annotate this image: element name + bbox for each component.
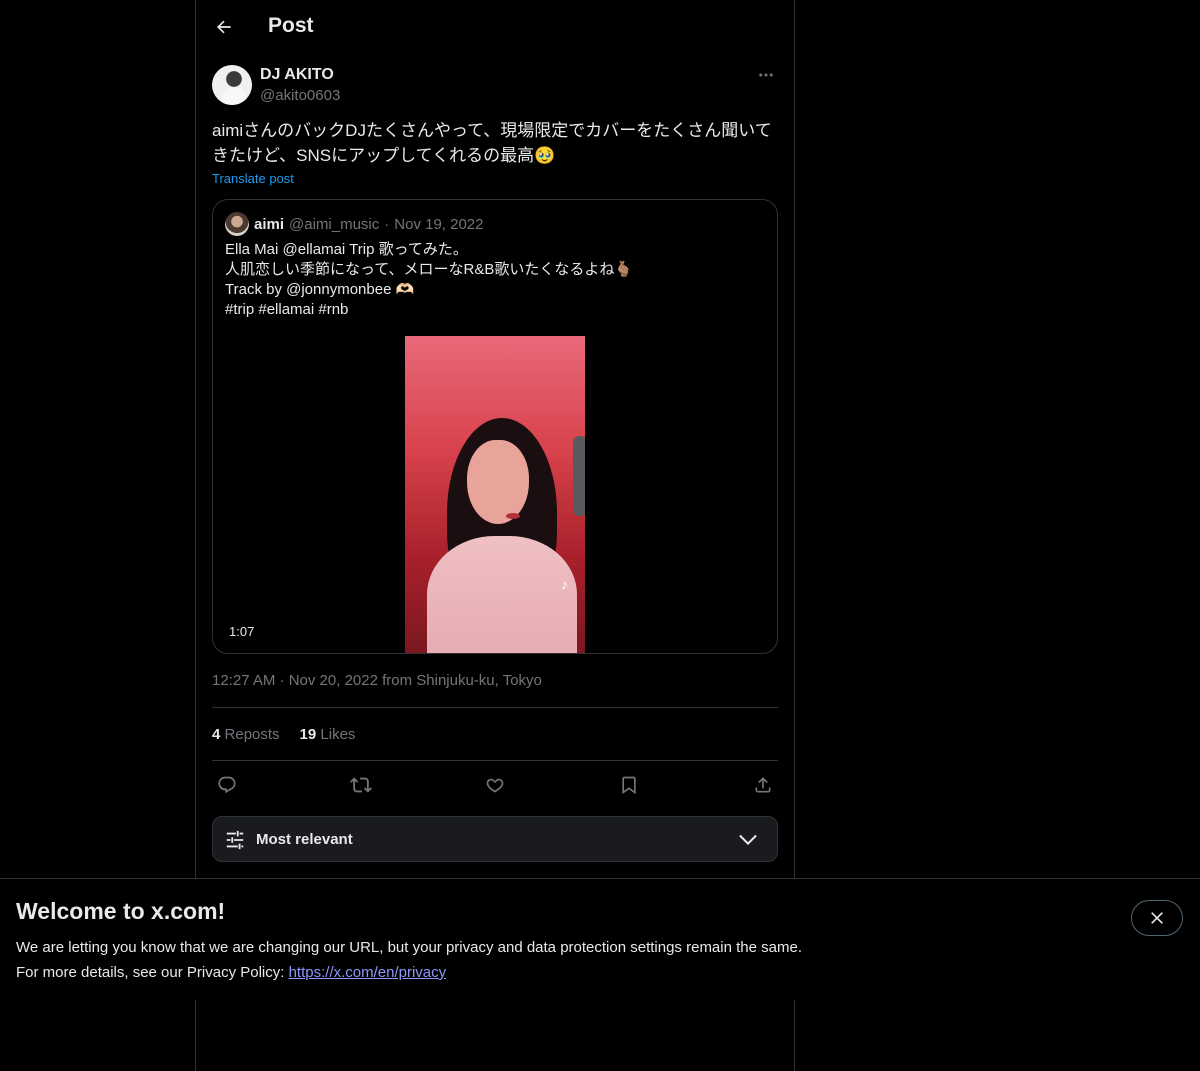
chevron-down-icon <box>739 834 757 846</box>
heart-icon <box>486 778 504 793</box>
reply-icon <box>218 776 236 794</box>
separator-dot: · <box>384 215 390 233</box>
close-banner-button[interactable] <box>1131 900 1183 936</box>
sort-label: Most relevant <box>256 831 353 848</box>
banner-line: For more details, see our Privacy Policy… <box>16 960 802 985</box>
quoted-post-date: Nov 19, 2022 <box>394 215 484 233</box>
banner-line-prefix: For more details, see our Privacy Policy… <box>16 964 289 981</box>
repost-button[interactable] <box>346 770 376 800</box>
video-player[interactable]: ♪ <box>405 336 585 653</box>
more-horizontal-icon <box>759 73 773 77</box>
video-subject-face <box>467 440 529 524</box>
banner-line: We are letting you know that we are chan… <box>16 939 802 956</box>
back-button[interactable] <box>206 9 242 45</box>
author-name[interactable]: DJ AKITO <box>260 66 334 84</box>
post-timestamp[interactable]: 12:27 AM · Nov 20, 2022 from Shinjuku-ku… <box>212 672 542 689</box>
share-icon <box>755 777 771 793</box>
likes-label: Likes <box>320 726 356 743</box>
welcome-banner: Welcome to x.com! We are letting you kno… <box>0 878 1200 1000</box>
share-button[interactable] <box>748 770 778 800</box>
quoted-author-handle: @aimi_music <box>289 215 380 233</box>
post-stats: 4 Reposts 19 Likes <box>212 726 355 743</box>
reply-button[interactable] <box>212 770 242 800</box>
like-button[interactable] <box>480 770 510 800</box>
bookmark-icon <box>622 776 636 795</box>
avatar[interactable] <box>212 65 252 105</box>
tiktok-logo-icon: ♪ <box>561 576 568 592</box>
post-actions <box>212 770 778 800</box>
reposts-label: Reposts <box>224 726 280 743</box>
video-duration: 1:07 <box>229 624 255 639</box>
divider <box>212 760 778 761</box>
reposts-stat[interactable]: 4 Reposts <box>212 726 280 743</box>
avatar <box>225 212 249 236</box>
reply-sort-dropdown[interactable]: Most relevant <box>212 816 778 862</box>
quoted-post-header: aimi @aimi_music · Nov 19, 2022 <box>225 212 484 236</box>
arrow-left-icon <box>216 20 231 34</box>
quoted-author-name: aimi <box>254 215 285 233</box>
translate-post-link[interactable]: Translate post <box>212 171 294 186</box>
microphone-shape <box>573 436 585 516</box>
video-subject-lips <box>506 513 520 519</box>
post-text: aimiさんのバックDJたくさんやって、現場限定でカバーをたくさん聞いてきたけど… <box>212 121 772 165</box>
bookmark-button[interactable] <box>614 770 644 800</box>
privacy-policy-link[interactable]: https://x.com/en/privacy <box>289 964 447 981</box>
banner-title: Welcome to x.com! <box>16 898 226 924</box>
author-handle[interactable]: @akito0603 <box>260 87 340 104</box>
repost-icon <box>350 777 372 793</box>
post-author: DJ AKITO @akito0603 <box>212 65 778 107</box>
sliders-icon <box>226 830 244 850</box>
likes-count: 19 <box>299 726 317 743</box>
likes-stat[interactable]: 19 Likes <box>300 726 356 743</box>
reposts-count: 4 <box>212 726 221 743</box>
divider <box>212 707 778 708</box>
page-header: Post <box>196 0 794 54</box>
banner-message: We are letting you know that we are chan… <box>16 935 802 985</box>
more-button[interactable] <box>754 65 778 85</box>
close-icon <box>1151 912 1163 924</box>
quoted-post-text: Ella Mai @ellamai Trip 歌ってみた。 人肌恋しい季節になっ… <box>225 241 634 318</box>
page-title: Post <box>268 14 314 37</box>
video-subject-body <box>427 536 577 653</box>
quoted-post[interactable]: aimi @aimi_music · Nov 19, 2022 Ella Mai… <box>212 199 778 654</box>
